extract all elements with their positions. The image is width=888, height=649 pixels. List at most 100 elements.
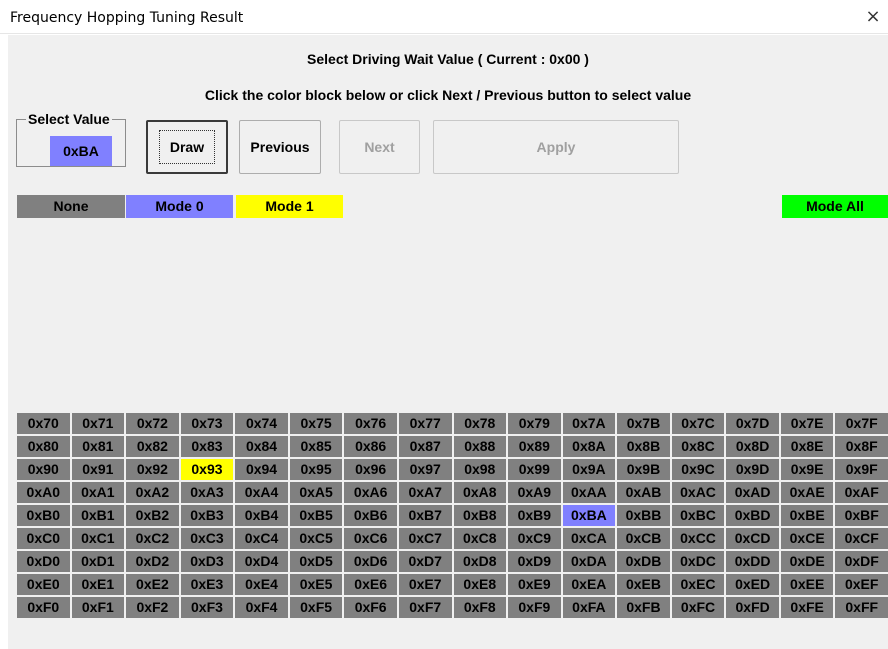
value-cell[interactable]: 0x94 [235, 459, 288, 480]
value-cell[interactable]: 0xB9 [508, 505, 561, 526]
value-cell[interactable]: 0x8B [617, 436, 670, 457]
value-cell[interactable]: 0x73 [180, 413, 234, 434]
value-cell[interactable]: 0xA0 [17, 482, 70, 503]
value-cell[interactable]: 0xD9 [508, 551, 561, 572]
value-cell[interactable]: 0xFA [562, 597, 616, 618]
value-cell[interactable]: 0xF8 [453, 597, 507, 618]
value-cell[interactable]: 0x72 [126, 413, 179, 434]
value-cell[interactable]: 0x7C [671, 413, 725, 434]
value-cell[interactable]: 0x79 [508, 413, 561, 434]
value-cell[interactable]: 0xEA [562, 574, 616, 595]
value-cell[interactable]: 0x92 [126, 459, 179, 480]
value-cell[interactable]: 0x9D [726, 459, 779, 480]
value-cell[interactable]: 0xA7 [398, 482, 452, 503]
value-cell[interactable]: 0xCA [562, 528, 616, 549]
value-cell[interactable]: 0xAF [835, 482, 888, 503]
value-cell[interactable]: 0xF4 [235, 597, 288, 618]
value-cell[interactable]: 0xDF [835, 551, 888, 572]
value-cell[interactable]: 0x86 [344, 436, 397, 457]
value-cell[interactable]: 0x9A [562, 459, 616, 480]
next-button[interactable]: Next [339, 120, 420, 174]
value-cell[interactable]: 0xCD [726, 528, 779, 549]
value-cell[interactable]: 0xC6 [344, 528, 397, 549]
value-cell[interactable]: 0x88 [453, 436, 507, 457]
value-cell[interactable]: 0xFC [671, 597, 725, 618]
value-cell[interactable]: 0xB2 [126, 505, 179, 526]
value-cell[interactable]: 0x70 [17, 413, 70, 434]
value-cell[interactable]: 0x8D [726, 436, 779, 457]
value-cell[interactable]: 0x74 [235, 413, 288, 434]
value-cell[interactable]: 0xEF [835, 574, 888, 595]
previous-button[interactable]: Previous [239, 120, 321, 174]
value-cell[interactable]: 0xFD [726, 597, 779, 618]
value-cell[interactable]: 0xF0 [17, 597, 70, 618]
value-cell[interactable]: 0x9C [671, 459, 725, 480]
value-cell[interactable]: 0x91 [71, 459, 125, 480]
value-cell[interactable]: 0xF7 [398, 597, 452, 618]
value-cell[interactable]: 0x71 [71, 413, 125, 434]
value-cell[interactable]: 0x7D [726, 413, 779, 434]
value-cell[interactable]: 0xAD [726, 482, 779, 503]
value-cell[interactable]: 0xEB [617, 574, 670, 595]
value-cell[interactable]: 0xAA [562, 482, 616, 503]
value-cell[interactable]: 0x82 [126, 436, 179, 457]
apply-button[interactable]: Apply [433, 120, 679, 174]
value-cell[interactable]: 0xE4 [235, 574, 288, 595]
value-cell[interactable]: 0xED [726, 574, 779, 595]
value-cell[interactable]: 0x83 [180, 436, 234, 457]
value-cell[interactable]: 0x87 [398, 436, 452, 457]
value-cell[interactable]: 0xBF [835, 505, 888, 526]
value-cell[interactable]: 0xCC [671, 528, 725, 549]
value-cell[interactable]: 0x9E [780, 459, 834, 480]
value-cell[interactable]: 0x8A [562, 436, 616, 457]
value-cell[interactable]: 0x81 [71, 436, 125, 457]
value-cell[interactable]: 0xD1 [71, 551, 125, 572]
value-cell[interactable]: 0xC1 [71, 528, 125, 549]
value-cell[interactable]: 0x84 [235, 436, 288, 457]
value-cell[interactable]: 0xA4 [235, 482, 288, 503]
value-cell[interactable]: 0xDA [562, 551, 616, 572]
value-cell[interactable]: 0x97 [398, 459, 452, 480]
value-cell[interactable]: 0xBE [780, 505, 834, 526]
value-cell[interactable]: 0x8C [671, 436, 725, 457]
value-cell[interactable]: 0x78 [453, 413, 507, 434]
value-cell[interactable]: 0x8F [835, 436, 888, 457]
value-cell[interactable]: 0x8E [780, 436, 834, 457]
value-cell[interactable]: 0xA9 [508, 482, 561, 503]
value-cell[interactable]: 0x99 [508, 459, 561, 480]
value-cell[interactable]: 0xBD [726, 505, 779, 526]
value-cell[interactable]: 0xB6 [344, 505, 397, 526]
value-cell[interactable]: 0xE1 [71, 574, 125, 595]
value-cell[interactable]: 0xDD [726, 551, 779, 572]
value-cell[interactable]: 0x89 [508, 436, 561, 457]
value-cell[interactable]: 0xCE [780, 528, 834, 549]
value-cell[interactable]: 0xE0 [17, 574, 70, 595]
value-cell[interactable]: 0xEE [780, 574, 834, 595]
value-cell[interactable]: 0xFF [835, 597, 888, 618]
value-cell[interactable]: 0xAE [780, 482, 834, 503]
value-cell[interactable]: 0x96 [344, 459, 397, 480]
draw-button[interactable]: Draw [146, 120, 228, 174]
value-cell[interactable]: 0xDE [780, 551, 834, 572]
value-cell[interactable]: 0xA8 [453, 482, 507, 503]
value-cell[interactable]: 0xB8 [453, 505, 507, 526]
value-cell[interactable]: 0xD5 [289, 551, 343, 572]
value-cell[interactable]: 0xD7 [398, 551, 452, 572]
value-cell[interactable]: 0xBA [562, 505, 616, 526]
value-cell[interactable]: 0xD8 [453, 551, 507, 572]
value-cell[interactable]: 0xE3 [180, 574, 234, 595]
value-cell[interactable]: 0xDC [671, 551, 725, 572]
value-cell[interactable]: 0xE5 [289, 574, 343, 595]
value-cell[interactable]: 0x7F [835, 413, 888, 434]
value-cell[interactable]: 0xF9 [508, 597, 561, 618]
value-cell[interactable]: 0x95 [289, 459, 343, 480]
value-cell[interactable]: 0x9F [835, 459, 888, 480]
value-cell[interactable]: 0x76 [344, 413, 397, 434]
value-cell[interactable]: 0xA3 [180, 482, 234, 503]
value-cell[interactable]: 0xE2 [126, 574, 179, 595]
value-cell[interactable]: 0xD2 [126, 551, 179, 572]
value-cell[interactable]: 0xD0 [17, 551, 70, 572]
value-cell[interactable]: 0xD4 [235, 551, 288, 572]
value-cell[interactable]: 0xA6 [344, 482, 397, 503]
value-cell[interactable]: 0xB1 [71, 505, 125, 526]
